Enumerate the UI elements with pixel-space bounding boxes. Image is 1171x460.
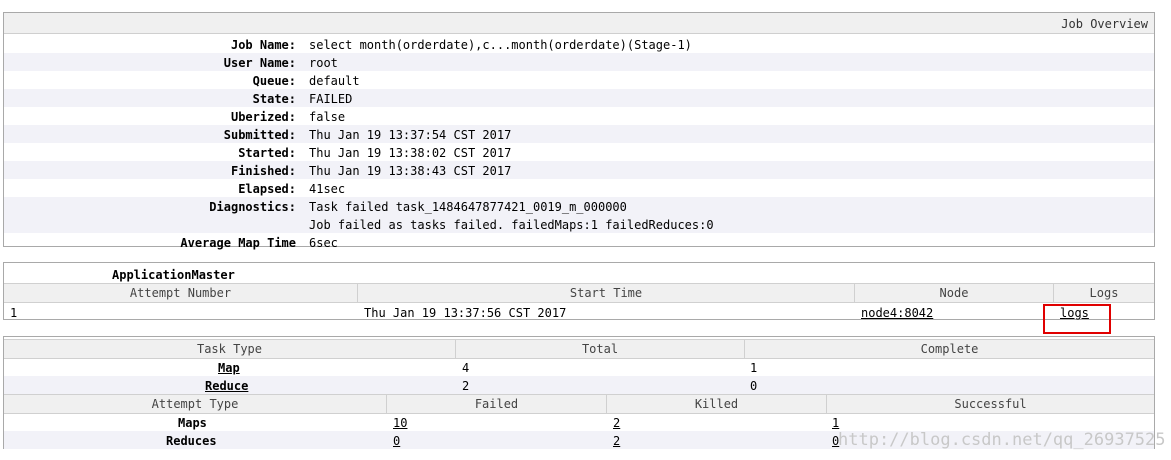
row-queue: Queue: default xyxy=(4,71,1154,89)
value-started: Thu Jan 19 13:38:02 CST 2017 xyxy=(309,146,512,160)
task-reduce-complete: 0 xyxy=(750,379,758,393)
label-queue: Queue: xyxy=(252,74,296,88)
reduces-killed-link[interactable]: 2 xyxy=(613,434,620,448)
row-uberized: Uberized: false xyxy=(4,107,1154,125)
label-user-name: User Name: xyxy=(223,56,296,70)
row-elapsed: Elapsed: 41sec xyxy=(4,179,1154,197)
task-table-header: Task Type Total Complete xyxy=(4,339,1154,359)
th-complete: Complete xyxy=(920,342,979,356)
th-task-type: Task Type xyxy=(196,342,263,356)
th-total: Total xyxy=(581,342,619,356)
value-job-name: select month(orderdate),c...month(orderd… xyxy=(309,38,692,52)
maps-killed-link[interactable]: 2 xyxy=(613,416,620,430)
application-master-title: ApplicationMaster xyxy=(112,268,235,282)
value-state: FAILED xyxy=(309,92,353,106)
row-average-map-time: Average Map Time 6sec xyxy=(4,233,1154,251)
attempt-type-reduces: Reduces xyxy=(166,434,217,448)
label-started: Started: xyxy=(238,146,296,160)
maps-failed-link[interactable]: 10 xyxy=(393,416,407,430)
task-map-complete: 1 xyxy=(750,361,758,375)
value-user-name: root xyxy=(309,56,338,70)
value-diagnostics-line2: Job failed as tasks failed. failedMaps:1… xyxy=(309,218,714,232)
task-row-map: Map 4 1 xyxy=(4,358,1154,376)
attempt-table-header: Attempt Type Failed Killed Successful xyxy=(4,394,1154,414)
am-node-link[interactable]: node4:8042 xyxy=(861,306,933,320)
th-successful: Successful xyxy=(954,397,1027,411)
value-submitted: Thu Jan 19 13:37:54 CST 2017 xyxy=(309,128,512,142)
job-overview-panel: Job Overview Job Name: select month(orde… xyxy=(3,12,1155,250)
row-job-name: Job Name: select month(orderdate),c...mo… xyxy=(4,35,1154,53)
label-finished: Finished: xyxy=(230,164,296,178)
th-failed: Failed xyxy=(474,397,519,411)
row-started: Started: Thu Jan 19 13:38:02 CST 2017 xyxy=(4,143,1154,161)
th-logs: Logs xyxy=(1089,286,1119,300)
attempt-type-maps: Maps xyxy=(178,416,207,430)
label-job-name: Job Name: xyxy=(230,38,296,52)
task-row-reduce: Reduce 2 0 xyxy=(4,376,1154,394)
label-state: State: xyxy=(252,92,296,106)
logs-highlight-box xyxy=(1043,304,1111,334)
watermark-text: http://blog.csdn.net/qq_26937525 xyxy=(838,430,1166,450)
label-average-map-time: Average Map Time xyxy=(180,236,296,250)
th-attempt-number: Attempt Number xyxy=(129,286,232,300)
task-type-map-link[interactable]: Map xyxy=(218,361,240,375)
value-elapsed: 41sec xyxy=(309,182,346,196)
maps-successful-link[interactable]: 1 xyxy=(832,416,839,430)
reduces-failed-link[interactable]: 0 xyxy=(393,434,400,448)
am-start-time: Thu Jan 19 13:37:56 CST 2017 xyxy=(364,306,567,320)
job-overview-header: Job Overview xyxy=(4,13,1154,34)
value-uberized: false xyxy=(309,110,346,124)
row-state: State: FAILED xyxy=(4,89,1154,107)
row-user-name: User Name: root xyxy=(4,53,1154,71)
am-table-header: Attempt Number Start Time Node Logs xyxy=(4,283,1154,303)
label-uberized: Uberized: xyxy=(230,110,296,124)
task-type-reduce-link[interactable]: Reduce xyxy=(205,379,248,393)
task-map-total: 4 xyxy=(462,361,470,375)
th-attempt-type: Attempt Type xyxy=(151,397,239,411)
attempt-row-maps: Maps 10 2 1 xyxy=(4,413,1154,431)
am-table-row: 1 Thu Jan 19 13:37:56 CST 2017 node4:804… xyxy=(4,303,1154,321)
row-finished: Finished: Thu Jan 19 13:38:43 CST 2017 xyxy=(4,161,1154,179)
value-finished: Thu Jan 19 13:38:43 CST 2017 xyxy=(309,164,512,178)
label-submitted: Submitted: xyxy=(223,128,296,142)
row-submitted: Submitted: Thu Jan 19 13:37:54 CST 2017 xyxy=(4,125,1154,143)
application-master-panel: ApplicationMaster Attempt Number Start T… xyxy=(3,262,1155,320)
row-diagnostics: Diagnostics: Task failed task_1484647877… xyxy=(4,197,1154,233)
value-queue: default xyxy=(309,74,360,88)
task-reduce-total: 2 xyxy=(462,379,470,393)
th-start-time: Start Time xyxy=(569,286,643,300)
job-overview-title: Job Overview xyxy=(1061,17,1148,31)
value-average-map-time: 6sec xyxy=(309,236,338,250)
label-elapsed: Elapsed: xyxy=(238,182,296,196)
th-killed: Killed xyxy=(694,397,739,411)
th-node: Node xyxy=(939,286,969,300)
am-attempt-number: 1 xyxy=(10,306,18,320)
label-diagnostics: Diagnostics: xyxy=(209,200,296,214)
value-diagnostics-line1: Task failed task_1484647877421_0019_m_00… xyxy=(309,200,627,214)
